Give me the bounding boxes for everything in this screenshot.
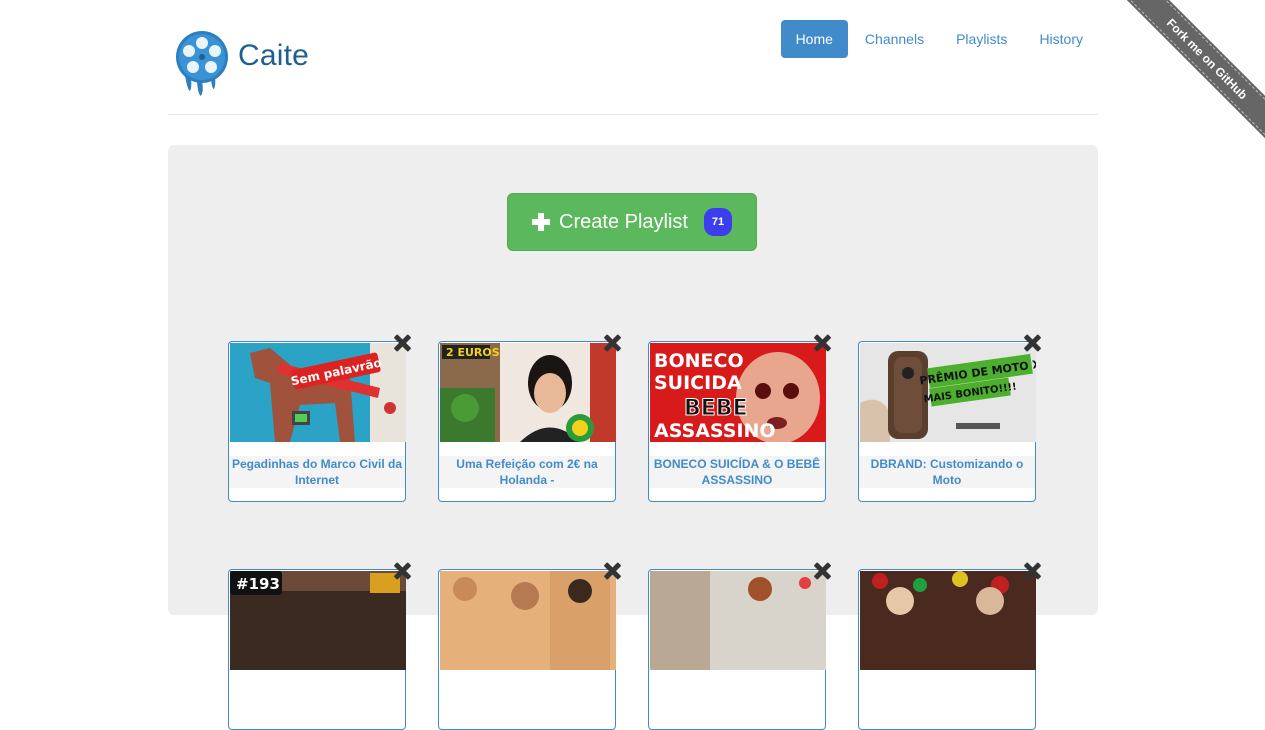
remove-video-icon[interactable] <box>392 332 414 354</box>
jumbotron: Create Playlist 71 Sem palavrão Pegadinh… <box>168 145 1098 730</box>
video-card[interactable]: #193 <box>228 569 406 730</box>
brand[interactable]: Caite <box>175 29 309 99</box>
video-title[interactable] <box>649 684 825 716</box>
video-thumbnail[interactable]: Sem palavrão <box>230 343 406 442</box>
video-title[interactable] <box>439 684 615 716</box>
video-card[interactable]: 2 EUROS Uma Refeição com 2€ na Holanda - <box>438 341 616 502</box>
plus-icon <box>532 213 551 231</box>
remove-video-icon[interactable] <box>602 332 624 354</box>
video-card[interactable] <box>858 569 1036 730</box>
video-thumbnail[interactable] <box>440 571 616 670</box>
remove-video-icon[interactable] <box>602 560 624 582</box>
video-thumbnail[interactable]: #193 <box>230 571 406 670</box>
film-reel-logo-icon <box>176 31 228 96</box>
nav-history[interactable]: History <box>1024 20 1098 58</box>
video-card[interactable]: PRÊMIO DE MOTO X MAIS BONITO!!!! DBRAND:… <box>858 341 1036 502</box>
thumbnail-text: BEBE <box>684 396 748 421</box>
video-thumbnail[interactable]: BONECO SUICIDA BEBE ASSASSINO <box>650 343 826 442</box>
nav-channels[interactable]: Channels <box>850 20 939 58</box>
video-title[interactable] <box>859 684 1035 716</box>
header: Caite Home Channels Playlists History <box>168 0 1098 115</box>
video-thumbnail[interactable] <box>860 571 1036 670</box>
thumbnail-text: #193 <box>236 575 280 593</box>
remove-video-icon[interactable] <box>1022 560 1044 582</box>
remove-video-icon[interactable] <box>812 560 834 582</box>
nav-home[interactable]: Home <box>780 20 848 58</box>
thumbnail-text: ASSASSINO <box>654 420 776 442</box>
video-card[interactable] <box>438 569 616 730</box>
video-thumbnail[interactable]: PRÊMIO DE MOTO X MAIS BONITO!!!! <box>860 343 1036 442</box>
video-thumbnail[interactable] <box>650 571 826 670</box>
create-playlist-button[interactable]: Create Playlist 71 <box>507 193 757 251</box>
video-thumbnail[interactable]: 2 EUROS <box>440 343 616 442</box>
thumbnail-text: 2 EUROS <box>446 346 500 359</box>
brand-name: Caite <box>238 39 310 72</box>
thumbnail-text: SUICIDA <box>654 372 742 394</box>
video-card[interactable]: Sem palavrão Pegadinhas do Marco Civil d… <box>228 341 406 502</box>
video-card[interactable]: BONECO SUICIDA BEBE ASSASSINO BONECO SUI… <box>648 341 826 502</box>
video-title[interactable]: BONECO SUICÍDA & O BEBÊ ASSASSINO <box>649 456 825 488</box>
playlist-count-badge: 71 <box>703 208 732 236</box>
video-card[interactable] <box>648 569 826 730</box>
video-title[interactable]: Uma Refeição com 2€ na Holanda - <box>439 456 615 488</box>
video-title[interactable]: DBRAND: Customizando o Moto <box>859 456 1035 488</box>
video-title[interactable]: Pegadinhas do Marco Civil da Internet <box>229 456 405 488</box>
fork-ribbon-link[interactable]: Fork me on GitHub <box>1120 0 1265 146</box>
main-nav: Home Channels Playlists History <box>779 20 1098 58</box>
remove-video-icon[interactable] <box>1022 332 1044 354</box>
remove-video-icon[interactable] <box>392 560 414 582</box>
remove-video-icon[interactable] <box>812 332 834 354</box>
nav-playlists[interactable]: Playlists <box>941 20 1022 58</box>
fork-ribbon: Fork me on GitHub <box>1116 0 1265 149</box>
thumbnail-text: BONECO <box>654 350 744 372</box>
create-playlist-label: Create Playlist <box>559 210 688 233</box>
video-title[interactable] <box>229 684 405 716</box>
